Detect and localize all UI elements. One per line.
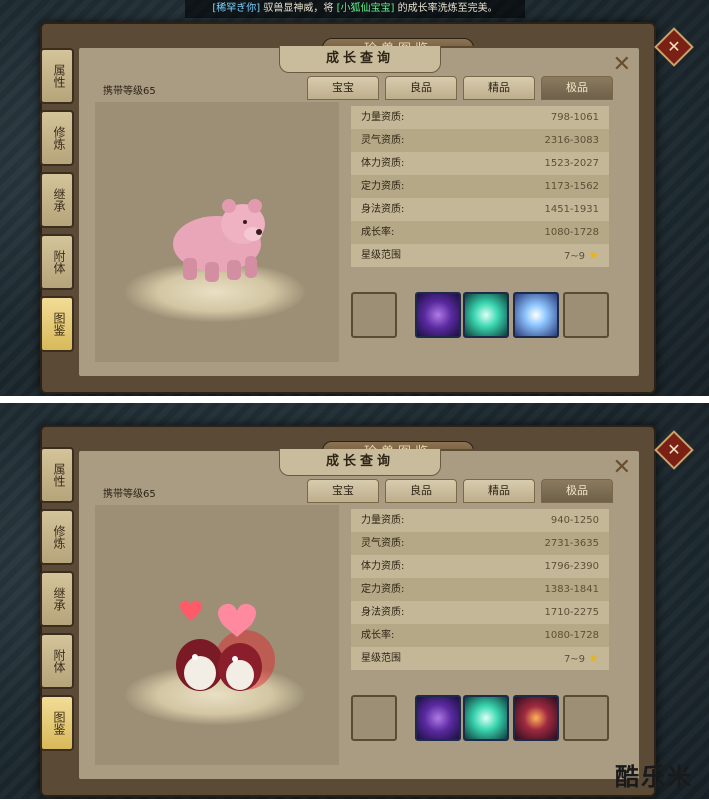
- growth-query-dialog: 成长查询 ✕ 携带等级65 宝宝 良品 精品 极品 力量资质: 940-1250…: [77, 449, 641, 781]
- stat-label: 体力资质:: [361, 561, 405, 572]
- stat-row: 成长率: 1080-1728: [351, 221, 609, 244]
- sidebar-tab-possess[interactable]: 附体: [40, 234, 74, 290]
- stat-row: 灵气资质: 2731-3635: [351, 532, 609, 555]
- stat-label: 星级范围: [361, 653, 401, 664]
- sidebar-tab-training[interactable]: 修炼: [40, 509, 74, 565]
- star-icon: ★: [588, 651, 599, 665]
- sidebar-tab-encyclopedia[interactable]: 图鉴: [40, 695, 74, 751]
- stat-value: 1451-1931: [544, 204, 599, 215]
- stat-row: 身法资质: 1451-1931: [351, 198, 609, 221]
- dialog-title: 成长查询: [279, 46, 441, 73]
- stat-value: 1710-2275: [544, 607, 599, 618]
- dialog-title: 成长查询: [279, 449, 441, 476]
- screenshot-panel-bottom: 珍兽图鉴 属性 修炼 继承 附体 图鉴 ✕ 成长查询 ✕ 携带等级65 宝宝 良…: [0, 403, 709, 799]
- tab-supreme[interactable]: 极品: [541, 479, 613, 503]
- tab-good[interactable]: 良品: [385, 479, 457, 503]
- stat-value: 1173-1562: [544, 181, 599, 192]
- stat-value: 1080-1728: [544, 227, 599, 238]
- empty-skill-slot[interactable]: [351, 292, 397, 338]
- empty-skill-slot[interactable]: [351, 695, 397, 741]
- stat-row: 星级范围 7~9 ★: [351, 647, 609, 670]
- sidebar-tab-attributes[interactable]: 属性: [40, 447, 74, 503]
- swirl-skill-icon[interactable]: [463, 292, 509, 338]
- stat-label: 灵气资质:: [361, 538, 405, 549]
- tab-good[interactable]: 良品: [385, 76, 457, 100]
- close-dialog-button[interactable]: ✕: [613, 455, 631, 480]
- stat-list: 力量资质: 940-1250 灵气资质: 2731-3635 体力资质: 1796-2…: [351, 509, 609, 670]
- notice-player: [稀罕ぎ你]: [212, 3, 261, 14]
- sidebar-tab-attributes[interactable]: 属性: [40, 48, 74, 104]
- skill-slots: [351, 695, 611, 741]
- stat-label: 身法资质:: [361, 204, 405, 215]
- pet-preview[interactable]: [95, 102, 339, 362]
- empty-skill-slot[interactable]: [563, 695, 609, 741]
- skill-slots: [351, 292, 611, 338]
- sidebar-tab-inherit[interactable]: 继承: [40, 172, 74, 228]
- star-icon: ★: [588, 248, 599, 262]
- stat-value: 1796-2390: [544, 561, 599, 572]
- stat-label: 成长率:: [361, 227, 395, 238]
- stat-label: 体力资质:: [361, 158, 405, 169]
- stat-label: 星级范围: [361, 250, 401, 261]
- demon-skill-icon[interactable]: [513, 695, 559, 741]
- stat-row: 力量资质: 798-1061: [351, 106, 609, 129]
- stat-value: 7~9: [563, 654, 586, 665]
- close-dialog-button[interactable]: ✕: [613, 52, 631, 77]
- stat-list: 力量资质: 798-1061 灵气资质: 2316-3083 体力资质: 1523-2…: [351, 106, 609, 267]
- system-notice: [稀罕ぎ你] 驭兽显神威，将 [小狐仙宝宝] 的成长率洗炼至完美。: [185, 0, 525, 18]
- screenshot-panel-top: [稀罕ぎ你] 驭兽显神威，将 [小狐仙宝宝] 的成长率洗炼至完美。 珍兽图鉴 属…: [0, 0, 709, 396]
- stat-label: 成长率:: [361, 630, 395, 641]
- stat-value: 2316-3083: [544, 135, 599, 146]
- separator: [0, 396, 709, 403]
- watermark-logo: 酷乐米: [615, 763, 693, 791]
- stat-value: 1080-1728: [544, 630, 599, 641]
- stat-row: 定力资质: 1383-1841: [351, 578, 609, 601]
- stat-row: 星级范围 7~9 ★: [351, 244, 609, 267]
- tab-fine[interactable]: 精品: [463, 76, 535, 100]
- stat-row: 体力资质: 1523-2027: [351, 152, 609, 175]
- love-birds-pet: [176, 600, 275, 691]
- sidebar-tab-training[interactable]: 修炼: [40, 110, 74, 166]
- notice-pet: [小狐仙宝宝]: [336, 3, 395, 14]
- vortex-skill-icon[interactable]: [415, 695, 461, 741]
- stat-label: 灵气资质:: [361, 135, 405, 146]
- tab-baby[interactable]: 宝宝: [307, 479, 379, 503]
- carry-level: 携带等级65: [103, 489, 156, 500]
- stat-label: 力量资质:: [361, 112, 405, 123]
- stat-row: 灵气资质: 2316-3083: [351, 129, 609, 152]
- stat-value: 2731-3635: [544, 538, 599, 549]
- stat-label: 身法资质:: [361, 607, 405, 618]
- tab-fine[interactable]: 精品: [463, 479, 535, 503]
- pet-preview[interactable]: [95, 505, 339, 765]
- vortex-skill-icon[interactable]: [415, 292, 461, 338]
- stat-row: 成长率: 1080-1728: [351, 624, 609, 647]
- sidebar-tab-possess[interactable]: 附体: [40, 633, 74, 689]
- close-icon: ✕: [667, 440, 681, 459]
- tab-supreme[interactable]: 极品: [541, 76, 613, 100]
- carry-level: 携带等级65: [103, 86, 156, 97]
- lightning-skill-icon[interactable]: [513, 292, 559, 338]
- stat-row: 身法资质: 1710-2275: [351, 601, 609, 624]
- stat-row: 定力资质: 1173-1562: [351, 175, 609, 198]
- close-icon: ✕: [667, 37, 681, 56]
- pink-bear-pet: [173, 199, 265, 282]
- notice-text-2: 的成长率洗炼至完美。: [394, 3, 498, 14]
- notice-text: 驭兽显神威，将: [260, 3, 337, 14]
- stat-value: 1523-2027: [544, 158, 599, 169]
- sidebar-tab-encyclopedia[interactable]: 图鉴: [40, 296, 74, 352]
- swirl-skill-icon[interactable]: [463, 695, 509, 741]
- stat-value: 798-1061: [550, 112, 599, 123]
- sidebar-tab-inherit[interactable]: 继承: [40, 571, 74, 627]
- empty-skill-slot[interactable]: [563, 292, 609, 338]
- growth-query-dialog: 成长查询 ✕ 携带等级65 宝宝 良品 精品 极品 力量资质: 798-1061…: [77, 46, 641, 378]
- tab-baby[interactable]: 宝宝: [307, 76, 379, 100]
- stat-value: 7~9: [563, 251, 586, 262]
- stat-value: 1383-1841: [544, 584, 599, 595]
- stat-row: 体力资质: 1796-2390: [351, 555, 609, 578]
- stat-label: 定力资质:: [361, 584, 405, 595]
- stat-label: 力量资质:: [361, 515, 405, 526]
- stat-row: 力量资质: 940-1250: [351, 509, 609, 532]
- stat-value: 940-1250: [550, 515, 599, 526]
- stat-label: 定力资质:: [361, 181, 405, 192]
